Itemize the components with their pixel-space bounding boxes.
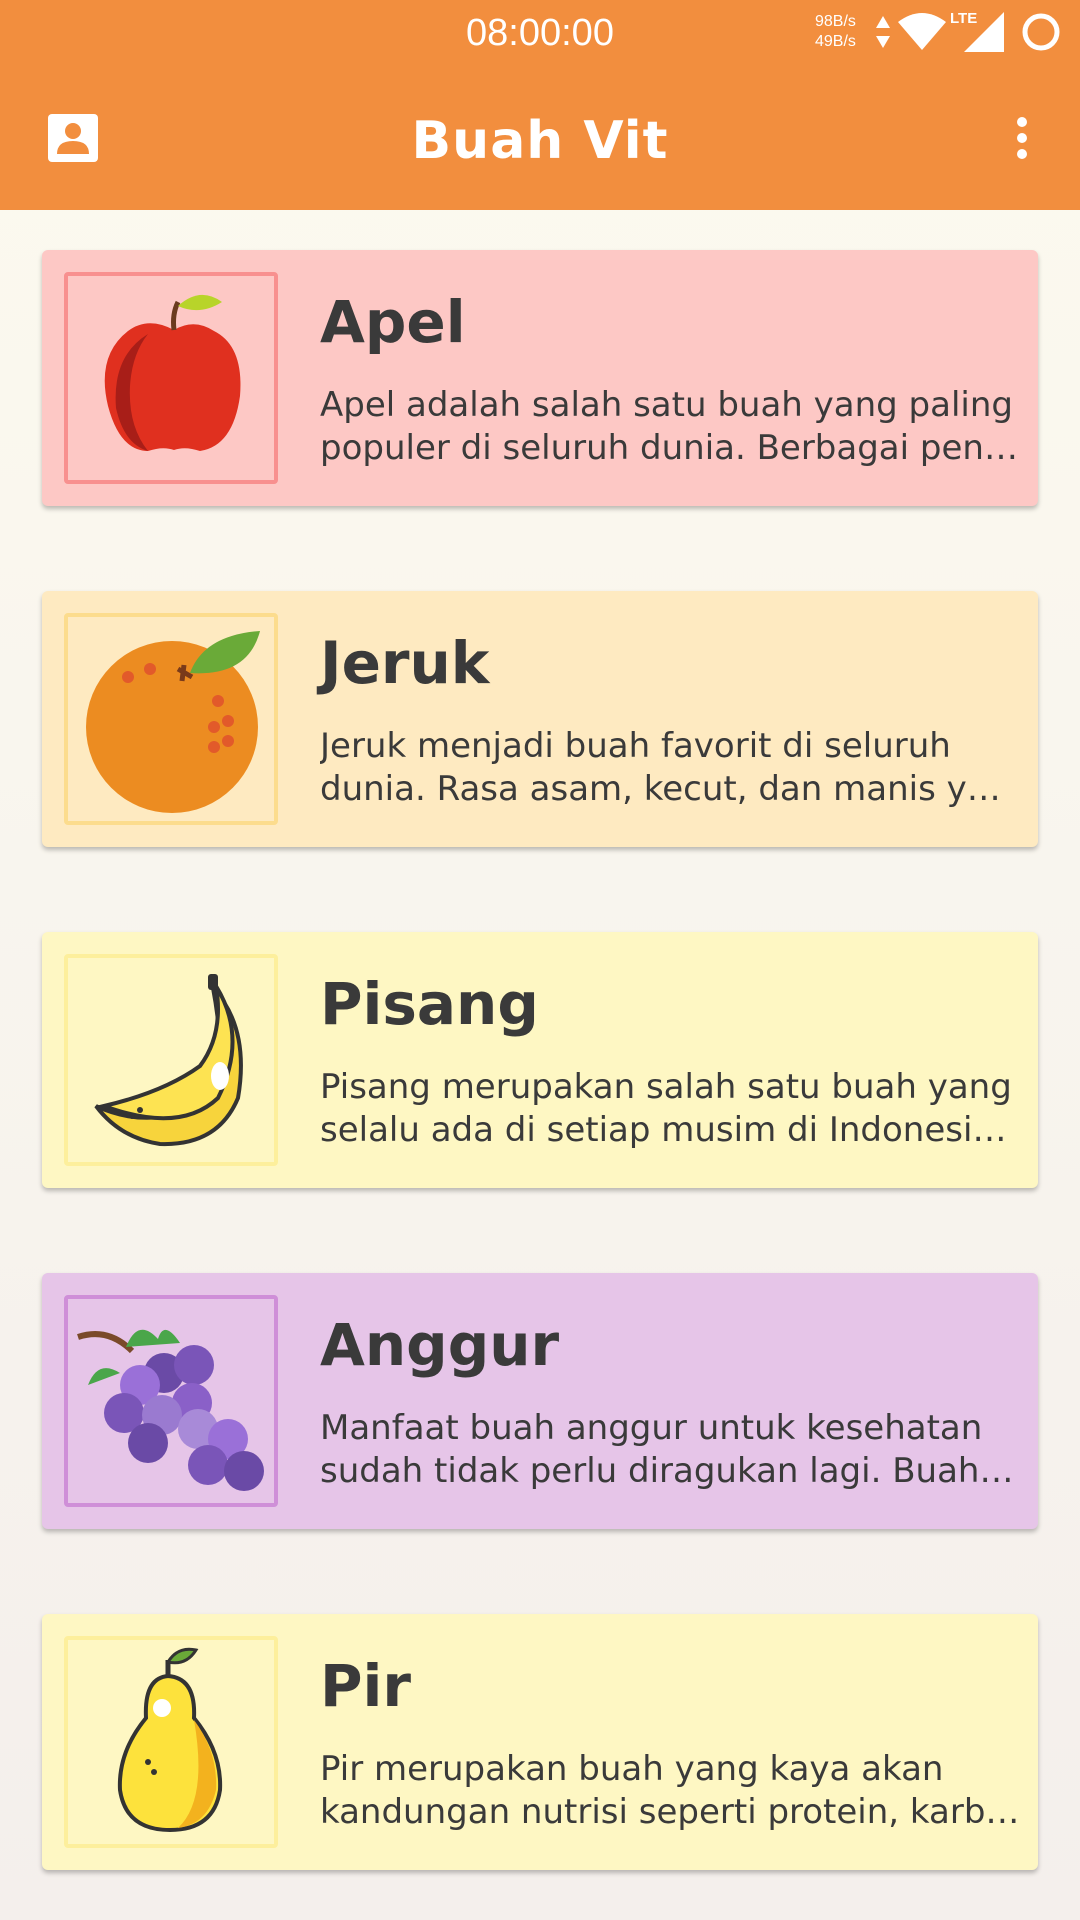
data-arrows-icon <box>876 16 890 48</box>
fruit-card-anggur[interactable]: Anggur Manfaat buah anggur untuk kesehat… <box>42 1273 1038 1529</box>
description-line: selalu ada di setiap musim di Indonesia.… <box>320 1110 1020 1150</box>
pear-icon <box>117 1647 223 1833</box>
fruit-description: Pir merupakan buah yang kaya akan kandun… <box>320 1748 1020 1834</box>
more-vert-icon[interactable] <box>1010 114 1034 162</box>
description-line: sudah tidak perlu diragukan lagi. Buah y… <box>320 1451 1020 1491</box>
speed-up: 98B/s <box>815 13 856 30</box>
banana-icon <box>94 974 243 1147</box>
description-line: Manfaat buah anggur untuk kesehatan <box>320 1408 983 1448</box>
network-speed: 98B/s 49B/s <box>815 12 856 52</box>
description-line: kandungan nutrisi seperti protein, karbo… <box>320 1792 1020 1832</box>
fruit-card-pir[interactable]: Pir Pir merupakan buah yang kaya akan ka… <box>42 1614 1038 1870</box>
apple-icon <box>104 294 241 451</box>
description-line: Apel adalah salah satu buah yang paling <box>320 385 1013 425</box>
fruit-card-jeruk[interactable]: Jeruk Jeruk menjadi buah favorit di selu… <box>42 591 1038 847</box>
fruit-description: Apel adalah salah satu buah yang paling … <box>320 384 1020 470</box>
fruit-thumbnail <box>64 1295 278 1507</box>
fruit-thumbnail <box>64 613 278 825</box>
description-line: populer di seluruh dunia. Berbagai penel… <box>320 428 1020 468</box>
fruit-name: Apel <box>320 288 466 356</box>
fruit-card-apel[interactable]: Apel Apel adalah salah satu buah yang pa… <box>42 250 1038 506</box>
fruit-thumbnail <box>64 272 278 484</box>
fruit-description: Jeruk menjadi buah favorit di seluruh du… <box>320 725 1020 811</box>
fruit-card-pisang[interactable]: Pisang Pisang merupakan salah satu buah … <box>42 932 1038 1188</box>
signal-icon <box>964 12 1004 52</box>
fruit-name: Jeruk <box>320 629 490 697</box>
status-bar: 08:00:00 98B/s 49B/s LTE <box>0 0 1080 64</box>
speed-down: 49B/s <box>815 33 856 50</box>
description-line: Pisang merupakan salah satu buah yang <box>320 1067 1012 1107</box>
description-line: dunia. Rasa asam, kecut, dan manis yang… <box>320 769 1020 809</box>
app-bar: Buah Vit <box>0 64 1080 210</box>
description-line: Jeruk menjadi buah favorit di seluruh <box>320 726 951 766</box>
fruit-description: Pisang merupakan salah satu buah yang se… <box>320 1066 1020 1152</box>
wifi-icon <box>898 13 946 50</box>
description-line: Pir merupakan buah yang kaya akan <box>320 1749 944 1789</box>
fruit-name: Anggur <box>320 1311 560 1379</box>
ring-icon <box>1022 13 1060 51</box>
fruit-name: Pir <box>320 1652 411 1720</box>
fruit-thumbnail <box>64 954 278 1166</box>
app-title: Buah Vit <box>411 111 669 171</box>
fruit-description: Manfaat buah anggur untuk kesehatan suda… <box>320 1407 1020 1493</box>
orange-icon <box>86 631 260 813</box>
fruit-name: Pisang <box>320 970 539 1038</box>
grapes-icon <box>77 1329 264 1491</box>
fruit-thumbnail <box>64 1636 278 1848</box>
